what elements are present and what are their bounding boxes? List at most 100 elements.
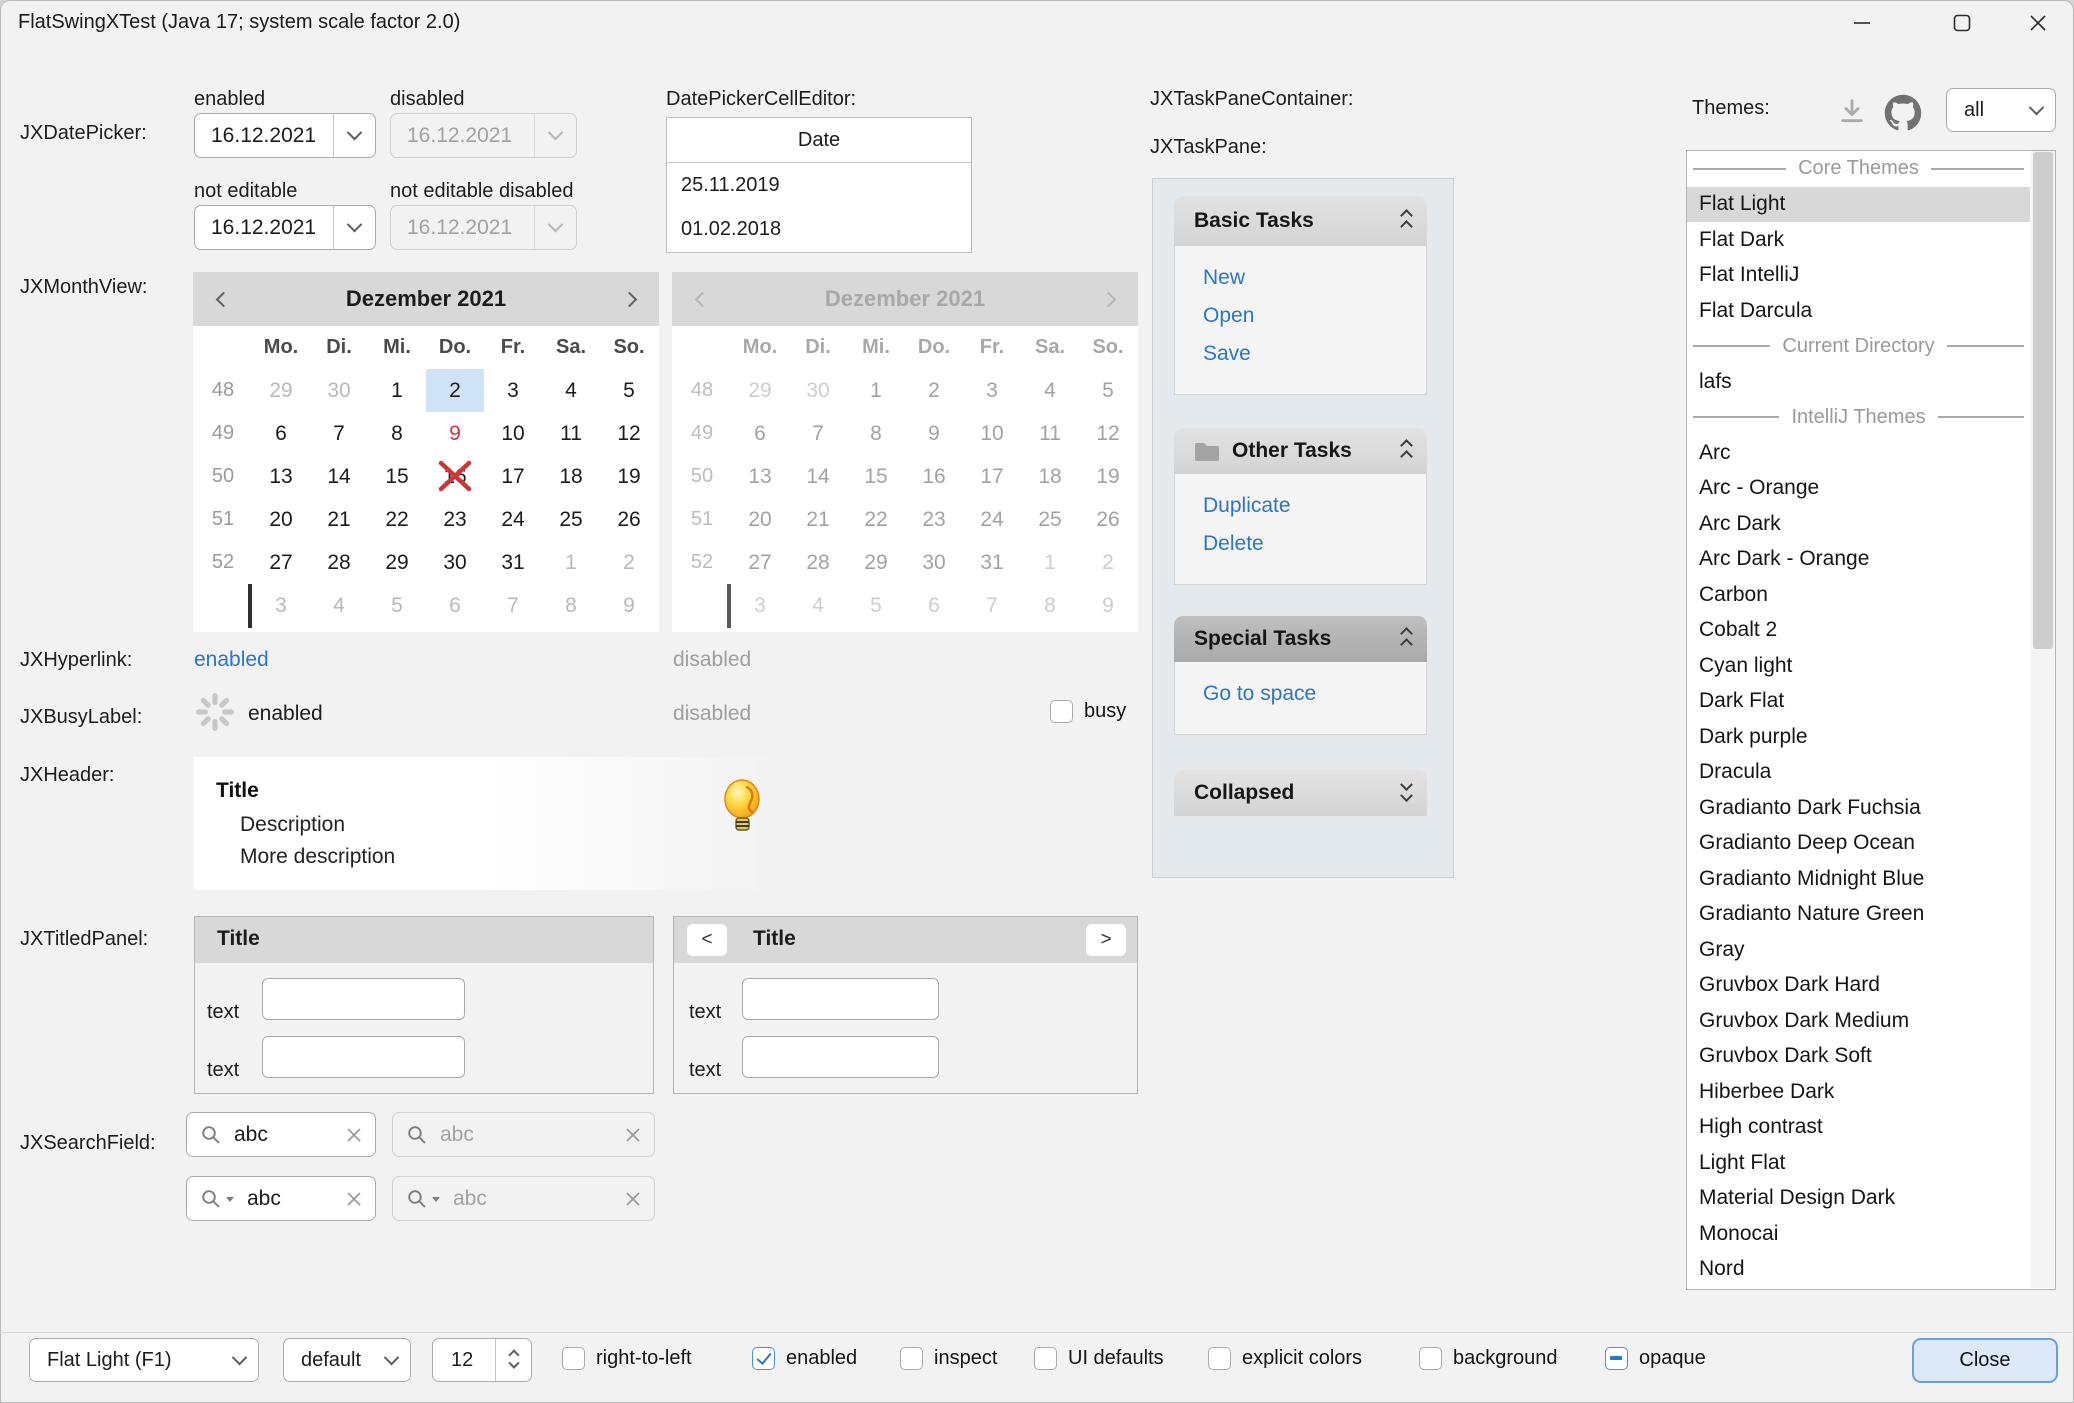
- calendar-day-cell[interactable]: 7: [484, 584, 542, 627]
- calendar-day-cell[interactable]: 20: [252, 498, 310, 541]
- theme-list-item[interactable]: Arc: [1687, 435, 2030, 471]
- clear-icon[interactable]: [346, 1191, 362, 1207]
- checkbox-right-to-left[interactable]: right-to-left: [562, 1347, 692, 1370]
- theme-list-item[interactable]: Dark Flat: [1687, 684, 2030, 720]
- task-link[interactable]: Save: [1203, 342, 1426, 366]
- theme-list-item[interactable]: Gradianto Deep Ocean: [1687, 826, 2030, 862]
- theme-list-item[interactable]: Cyan light: [1687, 648, 2030, 684]
- theme-list-item[interactable]: Dark purple: [1687, 719, 2030, 755]
- calendar-day-cell[interactable]: 1: [368, 369, 426, 412]
- prev-month-button[interactable]: [193, 294, 253, 305]
- task-link[interactable]: Go to space: [1203, 682, 1426, 706]
- calendar-day-cell[interactable]: 8: [368, 412, 426, 455]
- font-combobox[interactable]: default: [283, 1338, 411, 1382]
- calendar-day-cell[interactable]: 30: [426, 541, 484, 584]
- theme-list-item[interactable]: Gruvbox Dark Medium: [1687, 1003, 2030, 1039]
- calendar-day-cell[interactable]: 23: [426, 498, 484, 541]
- checkbox-inspect[interactable]: inspect: [900, 1347, 997, 1370]
- calendar-day-cell[interactable]: 3: [252, 584, 310, 627]
- theme-list-item[interactable]: Flat Darcula: [1687, 293, 2030, 329]
- calendar-day-cell[interactable]: 12: [600, 412, 658, 455]
- scrollbar-thumb[interactable]: [2033, 152, 2053, 649]
- calendar-day-cell[interactable]: 5: [368, 584, 426, 627]
- calendar-day-cell[interactable]: 2: [426, 369, 484, 412]
- calendar-day-cell[interactable]: 2: [600, 541, 658, 584]
- calendar-day-cell[interactable]: 29: [368, 541, 426, 584]
- next-month-button[interactable]: [599, 294, 659, 305]
- checkbox-enabled[interactable]: enabled: [752, 1347, 857, 1370]
- text-field[interactable]: [742, 1036, 939, 1078]
- theme-list-item[interactable]: Nord: [1687, 1252, 2030, 1288]
- font-size-spinner[interactable]: 12: [432, 1338, 532, 1382]
- maximize-button[interactable]: [1926, 0, 1998, 46]
- theme-list-item[interactable]: lafs: [1687, 364, 2030, 400]
- calendar-day-cell[interactable]: 29: [252, 369, 310, 412]
- theme-list-item[interactable]: Arc Dark: [1687, 506, 2030, 542]
- theme-list-item[interactable]: Carbon: [1687, 577, 2030, 613]
- table-row[interactable]: 25.11.2019: [667, 163, 971, 207]
- calendar-day-cell[interactable]: 19: [600, 455, 658, 498]
- checkbox-busy[interactable]: busy: [1050, 700, 1126, 723]
- calendar-day-cell[interactable]: 9: [426, 412, 484, 455]
- theme-list-item[interactable]: Flat Light: [1687, 187, 2030, 223]
- calendar-day-cell[interactable]: 16: [426, 455, 484, 498]
- checkbox-explicit-colors[interactable]: explicit colors: [1208, 1347, 1362, 1370]
- calendar-day-cell[interactable]: 1: [542, 541, 600, 584]
- theme-list-item[interactable]: Flat Dark: [1687, 222, 2030, 258]
- task-link[interactable]: Duplicate: [1203, 494, 1426, 518]
- calendar-day-cell[interactable]: 15: [368, 455, 426, 498]
- calendar-day-cell[interactable]: 31: [484, 541, 542, 584]
- calendar-day-cell[interactable]: 22: [368, 498, 426, 541]
- text-field[interactable]: [742, 978, 939, 1020]
- task-link[interactable]: Open: [1203, 304, 1426, 328]
- calendar-day-cell[interactable]: 17: [484, 455, 542, 498]
- calendar-day-cell[interactable]: 27: [252, 541, 310, 584]
- calendar-day-cell[interactable]: 3: [484, 369, 542, 412]
- search-input[interactable]: abc: [247, 1187, 346, 1211]
- theme-list-item[interactable]: Arc - Orange: [1687, 471, 2030, 507]
- theme-list-item[interactable]: Arc Dark - Orange: [1687, 542, 2030, 578]
- calendar-day-cell[interactable]: 10: [484, 412, 542, 455]
- themes-filter-combobox[interactable]: all: [1946, 88, 2056, 132]
- taskpane-header[interactable]: Special Tasks: [1174, 616, 1427, 662]
- theme-list-item[interactable]: Gradianto Nature Green: [1687, 897, 2030, 933]
- taskpane-header[interactable]: Collapsed: [1174, 770, 1427, 816]
- task-link[interactable]: Delete: [1203, 532, 1426, 556]
- clear-icon[interactable]: [346, 1127, 362, 1143]
- datepicker-not-editable[interactable]: 16.12.2021: [194, 205, 376, 250]
- table-column-header[interactable]: Date: [667, 118, 971, 163]
- calendar-day-cell[interactable]: 18: [542, 455, 600, 498]
- task-link[interactable]: New: [1203, 266, 1426, 290]
- search-with-menu-icon[interactable]: [200, 1188, 235, 1210]
- theme-list-item[interactable]: Gradianto Dark Fuchsia: [1687, 790, 2030, 826]
- theme-list-item[interactable]: Gruvbox Dark Hard: [1687, 968, 2030, 1004]
- download-icon[interactable]: [1836, 96, 1868, 133]
- datepicker-value[interactable]: 16.12.2021: [195, 124, 333, 148]
- checkbox-opaque[interactable]: opaque: [1605, 1347, 1706, 1370]
- calendar-day-cell[interactable]: 26: [600, 498, 658, 541]
- titledpanel-left-button[interactable]: <: [687, 924, 727, 956]
- theme-list-item[interactable]: Gradianto Midnight Blue: [1687, 861, 2030, 897]
- calendar-day-cell[interactable]: 6: [426, 584, 484, 627]
- text-field[interactable]: [262, 1036, 465, 1078]
- titledpanel-right-button[interactable]: >: [1086, 924, 1126, 956]
- laf-combobox[interactable]: Flat Light (F1): [29, 1338, 259, 1382]
- calendar-day-cell[interactable]: 5: [600, 369, 658, 412]
- search-input[interactable]: abc: [234, 1123, 346, 1147]
- close-button[interactable]: Close: [1912, 1338, 2058, 1383]
- close-window-button[interactable]: [2002, 0, 2074, 46]
- theme-list-item[interactable]: Gruvbox Dark Soft: [1687, 1039, 2030, 1075]
- spinner-buttons[interactable]: [495, 1339, 531, 1381]
- calendar-day-cell[interactable]: 30: [310, 369, 368, 412]
- calendar-day-cell[interactable]: 28: [310, 541, 368, 584]
- calendar-day-cell[interactable]: 7: [310, 412, 368, 455]
- calendar-day-cell[interactable]: 13: [252, 455, 310, 498]
- calendar-day-cell[interactable]: 21: [310, 498, 368, 541]
- checkbox-ui-defaults[interactable]: UI defaults: [1034, 1347, 1164, 1370]
- datepicker-dropdown-button[interactable]: [333, 114, 375, 157]
- theme-list-item[interactable]: Light Flat: [1687, 1145, 2030, 1181]
- calendar-day-cell[interactable]: 14: [310, 455, 368, 498]
- taskpane-header[interactable]: Other Tasks: [1174, 428, 1427, 474]
- hyperlink-enabled[interactable]: enabled: [194, 648, 269, 672]
- calendar-day-cell[interactable]: 24: [484, 498, 542, 541]
